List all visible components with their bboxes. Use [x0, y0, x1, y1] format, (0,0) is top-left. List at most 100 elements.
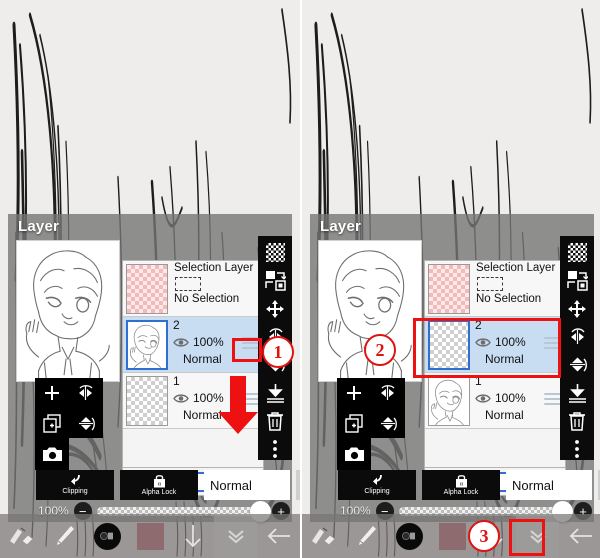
clipping-icon [70, 474, 80, 485]
back-button[interactable] [559, 514, 600, 558]
alpha-lock-button[interactable]: α Alpha Lock [422, 470, 500, 500]
layer-1-blend-mode: Normal [485, 408, 524, 422]
flip-vertical-button[interactable] [69, 408, 103, 438]
flip-vertical-icon [79, 416, 95, 430]
layer-tools-right [560, 236, 594, 460]
layer-transform-button[interactable] [263, 269, 287, 292]
camera-import-button[interactable] [337, 438, 371, 470]
layer-1-opacity: 100% [495, 391, 526, 405]
annotation-arrow-down [218, 376, 258, 434]
camera-icon [344, 447, 364, 461]
selection-layer-label: Selection Layer [476, 262, 556, 274]
visibility-eye-icon[interactable] [475, 393, 491, 404]
move-layer-button[interactable] [263, 297, 287, 320]
clipping-label: Clipping [62, 488, 88, 495]
current-color-button[interactable] [129, 514, 172, 558]
color-picker-button[interactable] [388, 514, 431, 558]
no-selection-label: No Selection [174, 293, 240, 305]
palette-glyph-icon [402, 532, 416, 540]
collapse-panel-button[interactable] [214, 514, 258, 558]
annotation-marker-3: 3 [468, 520, 500, 552]
layer-1-thumbnail [126, 376, 168, 426]
alpha-lock-icon: α [153, 474, 165, 487]
more-options-icon [273, 439, 277, 458]
duplicate-layer-icon [344, 413, 363, 433]
flip-horizontal-button[interactable] [371, 378, 405, 408]
blend-controls: Clipping α Alpha Lock Normal [36, 470, 300, 500]
more-options-button[interactable] [263, 437, 287, 460]
alpha-lock-button[interactable]: α Alpha Lock [120, 470, 198, 500]
clipping-label: Clipping [364, 488, 390, 495]
flip-horizontal-button[interactable] [565, 325, 589, 348]
add-layer-button[interactable] [35, 378, 69, 408]
brush-tool-icon [359, 526, 377, 545]
flip-vertical-icon [569, 357, 587, 372]
merge-down-button[interactable] [263, 381, 287, 404]
blend-controls: Clipping α Alpha Lock Normal [338, 470, 600, 500]
selection-layer-thumbnail [428, 264, 470, 314]
add-layer-button[interactable] [337, 378, 371, 408]
move-layer-button[interactable] [565, 297, 589, 320]
move-icon [568, 299, 586, 318]
annotation-box-layer-row-2 [413, 318, 561, 378]
layer-row-selection[interactable]: Selection Layer No Selection [123, 261, 263, 317]
merge-down-button[interactable] [565, 381, 589, 404]
layer-list[interactable]: Selection Layer No Selection 2 100% Norm… [122, 260, 264, 468]
layer-1-artwork [429, 377, 469, 425]
duplicate-layer-icon [42, 413, 61, 433]
more-options-icon [575, 439, 579, 458]
blend-mode-select[interactable]: Normal [204, 470, 290, 500]
marquee-icon [175, 277, 201, 291]
delete-layer-button[interactable] [565, 409, 589, 432]
blend-mode-select[interactable]: Normal [506, 470, 592, 500]
brush-tool-button[interactable] [43, 514, 86, 558]
layer-2-name: 2 [173, 318, 180, 332]
layer-transform-button[interactable] [565, 269, 589, 292]
flip-vertical-icon [381, 416, 397, 430]
color-swatch-icon [438, 522, 466, 550]
checkerboard-button[interactable] [565, 241, 589, 264]
brush-tool-button[interactable] [345, 514, 388, 558]
color-picker-button[interactable] [86, 514, 129, 558]
clipping-icon [372, 474, 382, 485]
flip-horizontal-icon [570, 328, 585, 344]
eraser-tool-icon [312, 527, 337, 546]
selection-layer-thumbnail [126, 264, 168, 314]
eraser-tool-button[interactable] [0, 514, 43, 558]
more-options-button[interactable] [565, 437, 589, 460]
checkerboard-button[interactable] [263, 241, 287, 264]
clipping-button[interactable]: Clipping [36, 470, 114, 500]
eraser-tool-button[interactable] [302, 514, 345, 558]
camera-import-button[interactable] [35, 438, 69, 470]
bottom-toolbar [302, 514, 600, 558]
bottom-toolbar [0, 514, 300, 558]
delete-layer-button[interactable] [263, 409, 287, 432]
flip-vertical-button[interactable] [371, 408, 405, 438]
color-picker-icon [395, 522, 423, 550]
clipping-button[interactable]: Clipping [338, 470, 416, 500]
screenshot-before: Layer Selection Layer No Selection 2 100… [0, 0, 300, 558]
back-button[interactable] [257, 514, 300, 558]
layer-row-1[interactable]: 1 100% Normal [425, 373, 565, 429]
duplicate-layer-button[interactable] [35, 408, 69, 438]
current-color-button[interactable] [431, 514, 474, 558]
flip-horizontal-icon [381, 385, 395, 400]
alpha-lock-icon: α [455, 474, 467, 487]
visibility-eye-icon[interactable] [173, 393, 189, 404]
layer-tools-left [35, 378, 103, 470]
layer-2-thumbnail [126, 320, 168, 370]
double-chevron-down-icon [228, 530, 244, 544]
alpha-lock-label: Alpha Lock [141, 488, 177, 496]
flip-horizontal-button[interactable] [69, 378, 103, 408]
duplicate-layer-button[interactable] [337, 408, 371, 438]
arrow-down-icon [185, 525, 201, 548]
flip-vertical-button[interactable] [565, 353, 589, 376]
eraser-tool-icon [10, 527, 35, 546]
visibility-eye-icon[interactable] [173, 337, 189, 348]
arrow-down-button[interactable] [171, 514, 214, 558]
layer-row-selection[interactable]: Selection Layer No Selection [425, 261, 565, 317]
no-selection-label: No Selection [476, 293, 542, 305]
annotation-box-collapse-button [509, 519, 545, 556]
canvas-preview-thumbnail[interactable] [16, 240, 120, 382]
add-layer-icon [45, 386, 59, 400]
